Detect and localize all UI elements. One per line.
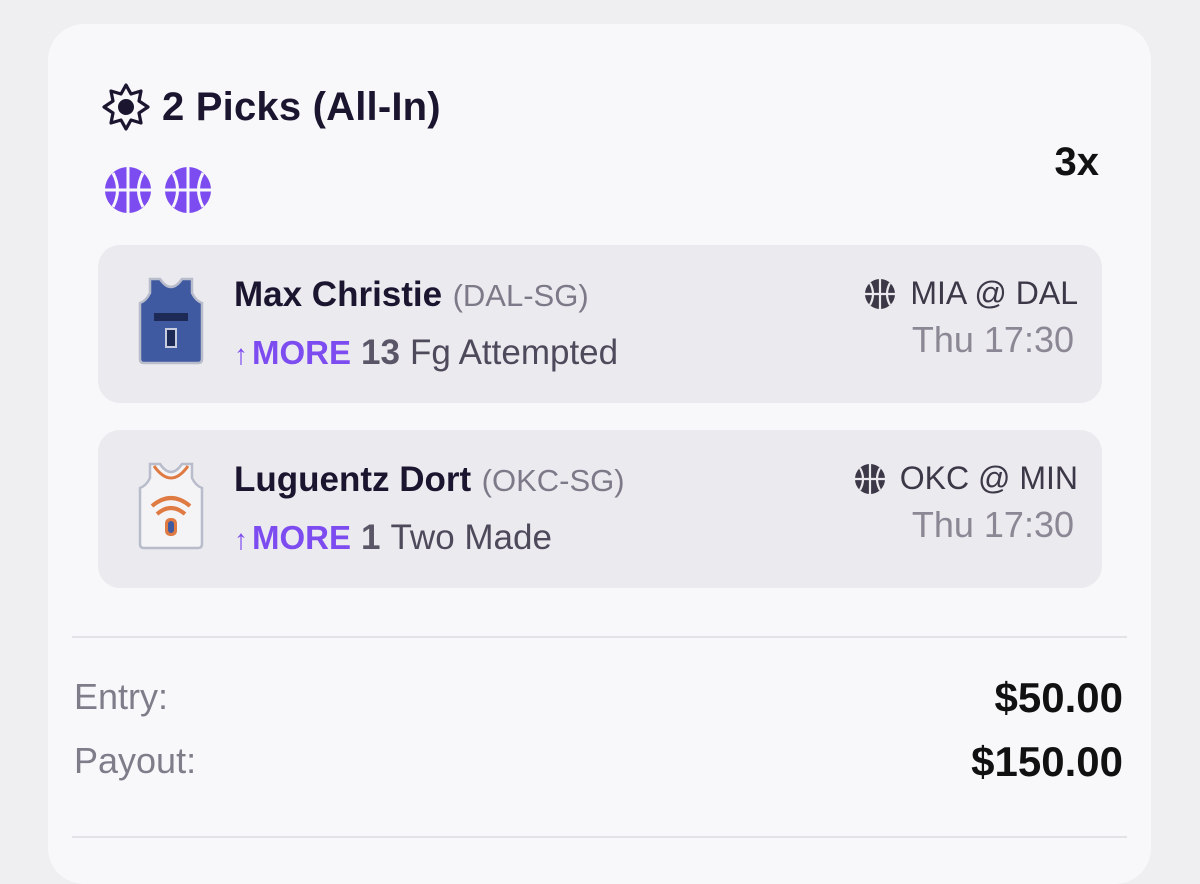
game-time: Thu 17:30	[911, 319, 1074, 360]
payout-amount: $150.00	[971, 738, 1123, 785]
player-team-position: (DAL-SG)	[452, 278, 589, 313]
payout-multiplier: 3x	[1054, 140, 1100, 184]
entry-card: 2 Picks (All-In) 3x Max Christie (DAL-SG…	[48, 24, 1151, 884]
pick-card[interactable]: Luguentz Dort (OKC-SG) ↑ MORE 1 Two Made…	[98, 430, 1102, 588]
basketball-icon	[865, 278, 896, 309]
pick-direction: MORE	[252, 519, 351, 556]
projection-row: ↑ MORE 13 Fg Attempted	[234, 333, 618, 373]
arrow-up-icon: ↑	[234, 524, 248, 555]
sport-icons	[104, 166, 212, 214]
player-name: Luguentz Dort	[234, 460, 472, 499]
divider	[72, 636, 1127, 638]
projection-row: ↑ MORE 1 Two Made	[234, 518, 552, 558]
basketball-icon	[854, 463, 885, 494]
divider	[72, 836, 1127, 838]
sun-icon	[102, 83, 150, 131]
basketball-icon	[165, 167, 211, 213]
player-name: Max Christie	[234, 275, 443, 314]
game-matchup: OKC @ MIN	[899, 460, 1078, 496]
projection-stat: Two Made	[390, 518, 552, 557]
player-row: Max Christie (DAL-SG)	[234, 275, 589, 315]
projection-stat: Fg Attempted	[409, 333, 619, 372]
basketball-icon	[105, 167, 151, 213]
player-row: Luguentz Dort (OKC-SG)	[234, 460, 625, 500]
player-team-position: (OKC-SG)	[481, 463, 625, 498]
game-matchup: MIA @ DAL	[910, 275, 1078, 311]
arrow-up-icon: ↑	[234, 339, 248, 370]
projection-line: 1	[361, 518, 381, 557]
entry-title: 2 Picks (All-In)	[162, 84, 441, 129]
payout-label: Payout:	[74, 740, 197, 781]
jersey-icon	[138, 277, 204, 365]
title-row: 2 Picks (All-In)	[100, 82, 441, 132]
entry-amount: $50.00	[994, 674, 1123, 721]
matchup-row: OKC @ MIN	[854, 460, 1078, 497]
pick-direction: MORE	[252, 334, 351, 371]
jersey-icon	[138, 462, 204, 550]
game-time: Thu 17:30	[911, 504, 1074, 545]
projection-line: 13	[361, 333, 400, 372]
entry-label: Entry:	[74, 676, 169, 717]
matchup-row: MIA @ DAL	[864, 275, 1078, 312]
pick-card[interactable]: Max Christie (DAL-SG) ↑ MORE 13 Fg Attem…	[98, 245, 1102, 403]
entry-header: 2 Picks (All-In) 3x	[100, 82, 1101, 213]
